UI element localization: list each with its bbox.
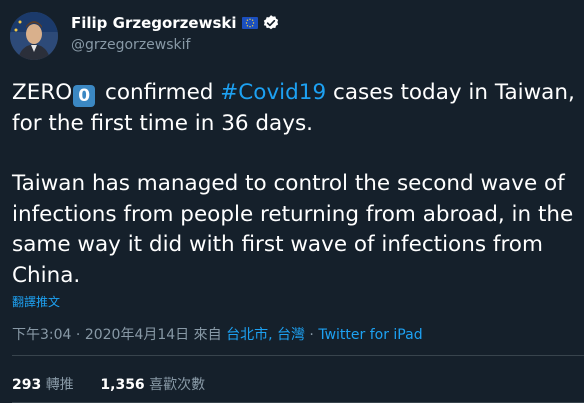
likes-count: 1,356	[100, 377, 145, 393]
likes-stat[interactable]: 1,356 喜歡次數	[100, 377, 205, 393]
tweet-paragraph-1: ZERO 0 confirmed #Covid19 cases today in …	[12, 78, 580, 139]
source-link[interactable]: Twitter for iPad	[318, 327, 422, 343]
from-label: 來自	[189, 327, 227, 343]
avatar-image	[10, 12, 58, 60]
eu-flag-icon	[241, 17, 258, 29]
author-name-row[interactable]: Filip Grzegorzewski	[71, 14, 280, 32]
verified-badge-icon	[263, 15, 278, 30]
tweet-meta: 下午3:04 · 2020年4月14日 來自 台北市, 台灣 · Twitter…	[12, 324, 423, 344]
author-name[interactable]: Filip Grzegorzewski	[71, 14, 237, 32]
keycap-zero-icon: 0	[73, 85, 96, 107]
tweet-text-zero: ZERO	[12, 80, 73, 105]
tweet-paragraph-2: Taiwan has managed to control the second…	[12, 171, 574, 288]
tweet-stats: 293 轉推 1,356 喜歡次數	[12, 374, 205, 394]
retweets-stat[interactable]: 293 轉推	[12, 377, 74, 393]
tweet-time[interactable]: 下午3:04	[12, 327, 71, 343]
tweet-text-confirmed: confirmed	[98, 80, 221, 105]
meta-separator: ·	[304, 327, 319, 343]
tweet-text: ZERO 0 confirmed #Covid19 cases today in …	[12, 78, 580, 291]
tweet-date[interactable]: 2020年4月14日	[85, 327, 189, 343]
retweets-label: 轉推	[45, 377, 74, 393]
author-handle[interactable]: @grzegorzewskif	[71, 37, 190, 53]
likes-label: 喜歡次數	[149, 377, 206, 393]
translate-tweet-link[interactable]: 翻譯推文	[12, 293, 60, 310]
hashtag-link[interactable]: #Covid19	[220, 80, 326, 105]
avatar[interactable]	[10, 12, 58, 60]
retweets-count: 293	[12, 377, 42, 393]
divider	[12, 355, 584, 356]
location-link[interactable]: 台北市, 台灣	[226, 327, 305, 343]
meta-separator: ·	[71, 327, 85, 343]
